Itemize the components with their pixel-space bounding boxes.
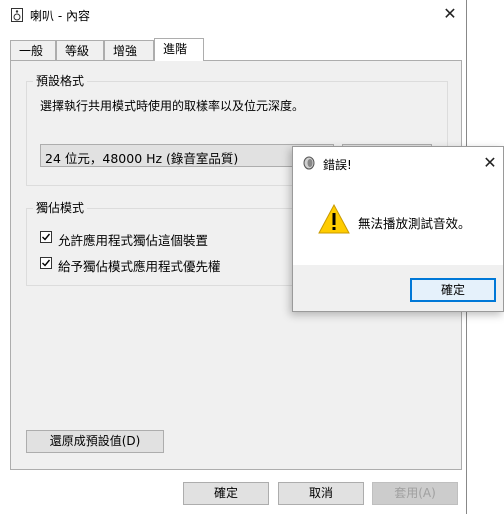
- sample-rate-dropdown[interactable]: 24 位元，48000 Hz (錄音室品質): [40, 144, 334, 167]
- error-dialog-body: 無法播放測試音效。: [293, 179, 503, 263]
- title-bar[interactable]: 喇叭 - 內容 ✕: [0, 0, 466, 30]
- close-window-button[interactable]: ✕: [438, 3, 462, 25]
- warning-icon: [318, 203, 350, 234]
- exclusive-priority-checkbox[interactable]: [40, 257, 52, 269]
- error-dialog-ok-button[interactable]: 確定: [410, 278, 496, 302]
- error-dialog-title: 錯誤!: [323, 158, 352, 172]
- speaker-icon: [11, 8, 23, 22]
- exclusive-priority-label: 給予獨佔模式應用程式優先權: [58, 259, 221, 274]
- tab-general[interactable]: 一般: [10, 40, 56, 60]
- tab-enhancements[interactable]: 增強: [104, 40, 154, 60]
- error-dialog-title-bar[interactable]: 錯誤! ✕: [293, 147, 503, 179]
- window-title: 喇叭 - 內容: [30, 9, 90, 23]
- error-message: 無法播放測試音效。: [358, 216, 471, 231]
- default-format-group-title: 預設格式: [33, 74, 88, 88]
- tab-levels[interactable]: 等級: [56, 40, 104, 60]
- exclusive-mode-group-title: 獨佔模式: [33, 201, 88, 215]
- cancel-button[interactable]: 取消: [278, 482, 364, 505]
- ok-button[interactable]: 確定: [183, 482, 269, 505]
- tab-advanced[interactable]: 進階: [154, 38, 204, 61]
- error-dialog: 錯誤! ✕ 無法播放測試音效。 確定: [292, 146, 504, 312]
- speaker-icon: [303, 156, 315, 170]
- tab-strip: 一般 等級 增強 進階: [10, 38, 450, 61]
- sample-rate-selected-value: 24 位元，48000 Hz (錄音室品質): [45, 151, 239, 166]
- apply-button[interactable]: 套用(A): [372, 482, 458, 505]
- default-format-description: 選擇執行共用模式時使用的取樣率以及位元深度。: [40, 99, 305, 113]
- restore-defaults-button[interactable]: 還原成預設值(D): [26, 430, 164, 453]
- error-dialog-close-button[interactable]: ✕: [479, 152, 501, 174]
- allow-exclusive-checkbox[interactable]: [40, 231, 52, 243]
- error-dialog-footer: 確定: [293, 265, 503, 311]
- allow-exclusive-label: 允許應用程式獨佔這個裝置: [58, 233, 209, 248]
